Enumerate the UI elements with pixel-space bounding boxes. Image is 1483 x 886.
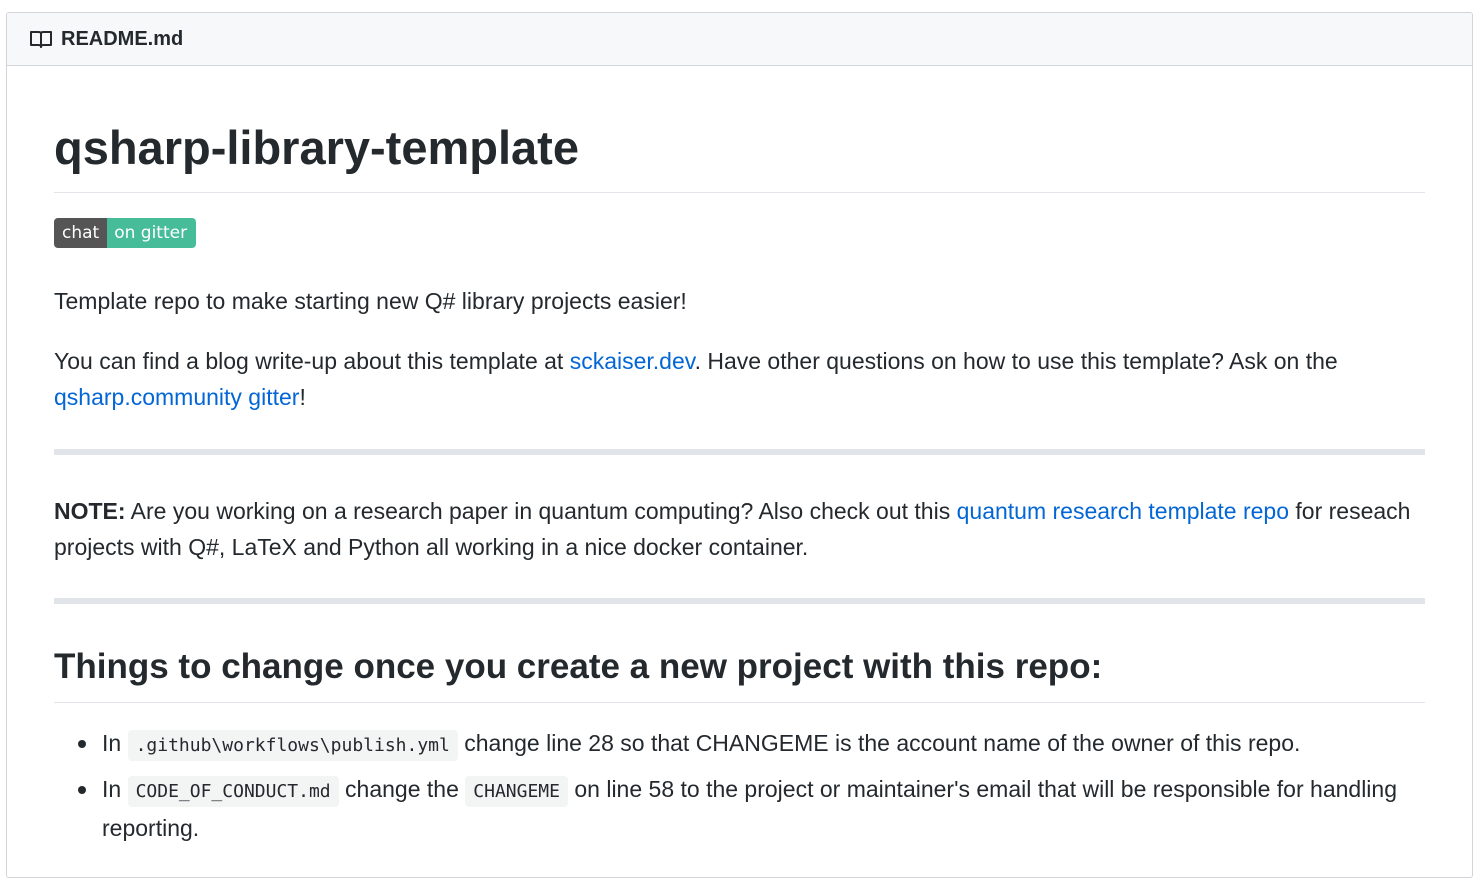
page-title: qsharp-library-template: [54, 114, 1425, 193]
blog-middle: . Have other questions on how to use thi…: [694, 348, 1338, 374]
sckaiser-link[interactable]: sckaiser.dev: [570, 348, 695, 374]
code-snippet: CODE_OF_CONDUCT.md: [127, 776, 339, 807]
readme-filename[interactable]: README.md: [61, 28, 183, 51]
note-prefix: Are you working on a research paper in q…: [125, 498, 957, 524]
blog-suffix: !: [299, 384, 306, 410]
code-snippet: CHANGEME: [465, 776, 568, 807]
section-title: Things to change once you create a new p…: [54, 642, 1425, 703]
list-item: In CODE_OF_CONDUCT.md change the CHANGEM…: [78, 771, 1425, 846]
item-suffix: change line 28 so that CHANGEME is the a…: [457, 730, 1301, 756]
readme-content: qsharp-library-template chat on gitter T…: [7, 114, 1472, 846]
item-prefix: In: [102, 776, 128, 802]
item-prefix: In: [102, 730, 128, 756]
blog-prefix: You can find a blog write-up about this …: [54, 348, 570, 374]
bullet-icon: [78, 786, 86, 794]
intro-text: Template repo to make starting new Q# li…: [54, 288, 687, 314]
list-item: In .github\workflows\publish.yml change …: [78, 725, 1425, 764]
gitter-link[interactable]: qsharp.community gitter: [54, 384, 299, 410]
readme-container: README.md qsharp-library-template chat o…: [6, 12, 1473, 878]
research-template-link[interactable]: quantum research template repo: [957, 498, 1289, 524]
badge-label-chat: chat: [54, 218, 108, 248]
divider: [54, 598, 1425, 604]
divider: [54, 449, 1425, 455]
blog-paragraph: You can find a blog write-up about this …: [54, 343, 1425, 415]
book-icon: [29, 28, 55, 50]
bullet-icon: [78, 740, 86, 748]
badge-label-gitter: on gitter: [107, 218, 197, 248]
note-label: NOTE:: [54, 498, 126, 524]
todo-list: In .github\workflows\publish.yml change …: [54, 725, 1425, 846]
item-middle: change the: [338, 776, 466, 802]
readme-header: README.md: [7, 13, 1472, 66]
gitter-badge[interactable]: chat on gitter: [54, 218, 197, 248]
note-paragraph: NOTE: Are you working on a research pape…: [54, 493, 1425, 565]
code-snippet: .github\workflows\publish.yml: [127, 730, 458, 761]
